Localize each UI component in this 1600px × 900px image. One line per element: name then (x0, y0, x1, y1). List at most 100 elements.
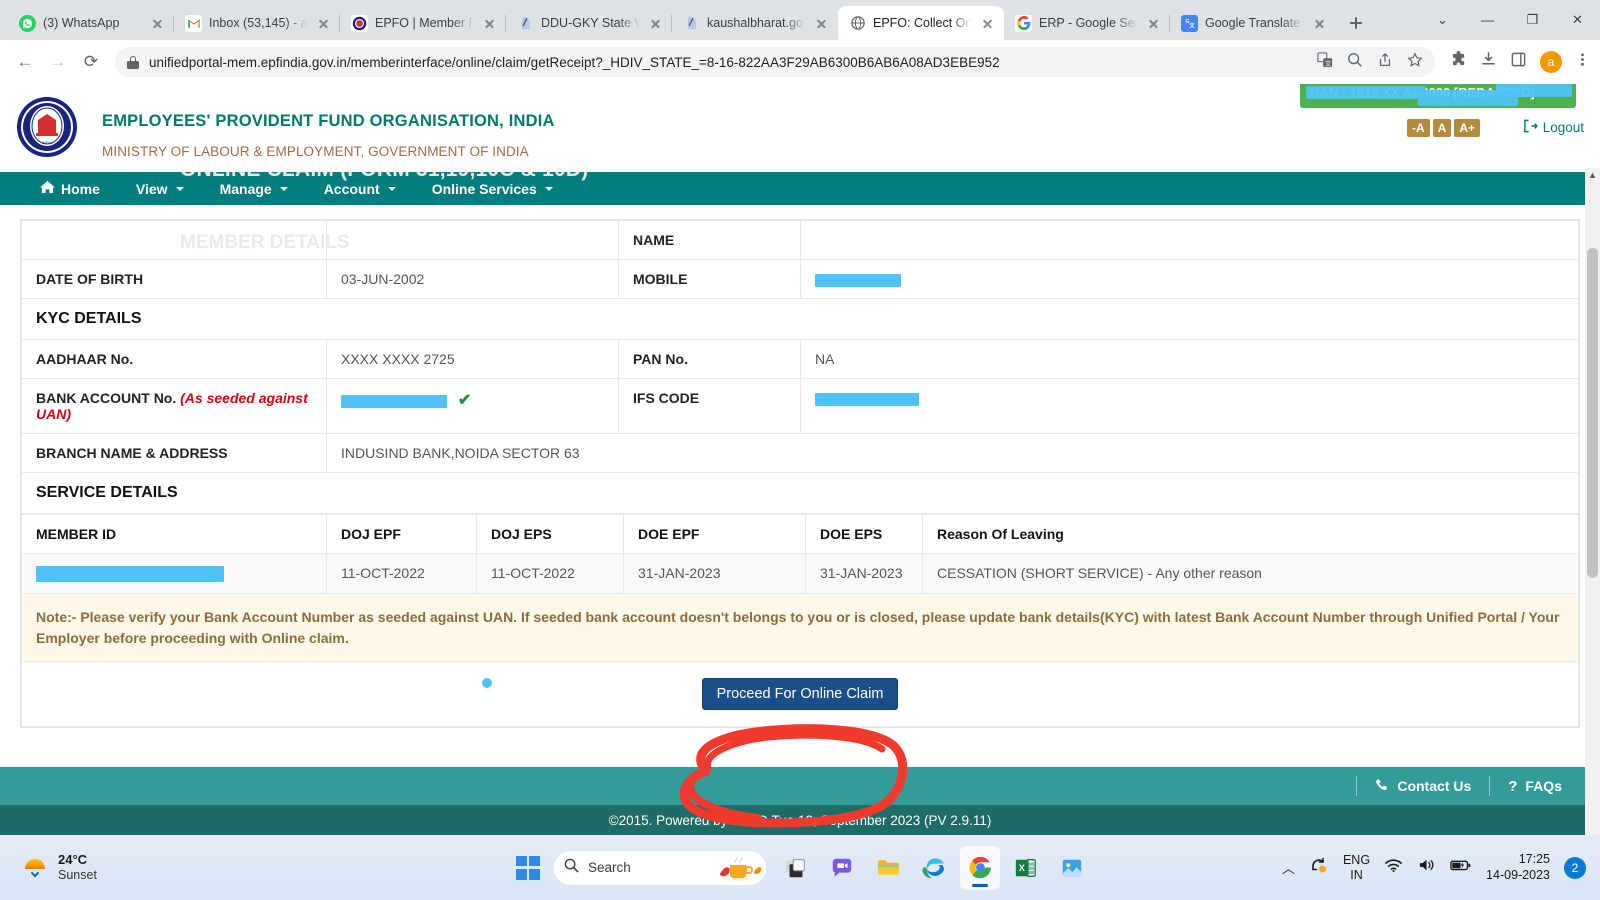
file-explorer-icon[interactable] (868, 846, 908, 890)
taskbar-search-box[interactable]: Search (554, 850, 766, 885)
onedrive-sync-icon[interactable] (1309, 856, 1329, 879)
zoom-icon[interactable] (1347, 52, 1363, 73)
phone-icon (1375, 778, 1389, 795)
address-bar[interactable]: unifiedportal-mem.epfindia.gov.in/member… (115, 47, 1435, 77)
pan-label: PAN No. (618, 339, 801, 379)
nav-label: Manage (219, 180, 272, 197)
translate-icon[interactable]: 文 (1317, 51, 1333, 73)
windows-taskbar: 24°C Sunset Search X ︿ ENG IN 17:25 14-0… (0, 835, 1600, 900)
battery-charging-icon[interactable] (1450, 858, 1472, 877)
taskbar-weather-widget[interactable]: 24°C Sunset (0, 852, 97, 884)
browser-tab-erp-google-search[interactable]: ERP - Google Sea (1004, 6, 1170, 40)
sunset-icon (22, 855, 48, 881)
excel-icon[interactable]: X (1006, 846, 1046, 890)
bookmark-star-icon[interactable] (1407, 51, 1423, 73)
redaction-highlight (1306, 86, 1426, 99)
wifi-icon[interactable] (1384, 857, 1403, 878)
browser-tab-ddugky[interactable]: DDU-GKY State W (506, 6, 672, 40)
chrome-icon[interactable] (960, 845, 1000, 890)
font-size-controls: -A A A+ (1406, 119, 1480, 137)
nav-item-account[interactable]: Account (306, 172, 414, 205)
side-panel-icon[interactable] (1510, 51, 1527, 73)
tab-title: EPFO: Collect Onl (873, 16, 972, 30)
nav-label: Account (323, 180, 380, 197)
aadhaar-label: AADHAAR No. (21, 339, 327, 379)
logout-label: Logout (1542, 120, 1584, 135)
clock-date: 14-09-2023 (1486, 867, 1550, 882)
share-icon[interactable] (1377, 52, 1393, 73)
epfo-logo: INDIA (16, 96, 78, 158)
svg-text:INDIA: INDIA (42, 140, 53, 145)
font-decrease-button[interactable]: -A (1406, 119, 1430, 137)
tab-title: Google Translate (1205, 16, 1301, 30)
table-row: BANK ACCOUNT No. (As seeded against UAN)… (21, 378, 1579, 434)
browser-tab-gmail[interactable]: Inbox (53,145) - a (174, 6, 340, 40)
notification-badge[interactable]: 2 (1564, 856, 1586, 879)
chevron-down-icon (387, 186, 396, 191)
contact-us-link[interactable]: Contact Us (1357, 778, 1489, 795)
faqs-link[interactable]: ? FAQs (1490, 778, 1580, 795)
close-icon[interactable] (1145, 15, 1162, 32)
nav-item-online-services[interactable]: Online Services (414, 172, 571, 205)
close-icon[interactable] (481, 15, 498, 32)
browser-tab-kaushalbharat[interactable]: kaushalbharat.go (672, 6, 838, 40)
cell-doj-epf: 11-OCT-2022 (326, 552, 477, 595)
close-icon[interactable] (979, 15, 996, 32)
browser-tab-epfo-collect-online[interactable]: EPFO: Collect Onl (838, 6, 1004, 40)
redaction-highlight (341, 394, 447, 408)
proceed-for-online-claim-button[interactable]: Proceed For Online Claim (701, 677, 899, 710)
reload-button[interactable]: ⟳ (76, 47, 106, 77)
task-view-icon[interactable] (776, 846, 816, 890)
nav-item-home[interactable]: Home (22, 172, 118, 205)
browser-tab-epfo-member[interactable]: EPFO | Member P (340, 6, 506, 40)
col-doj-eps: DOJ EPS (476, 514, 624, 554)
start-windows-icon[interactable] (508, 846, 548, 890)
branch-value: INDUSIND BANK,NOIDA SECTOR 63 (326, 433, 1579, 473)
new-tab-button[interactable] (1342, 9, 1370, 37)
close-icon[interactable] (1311, 15, 1328, 32)
scrollbar-thumb[interactable] (1587, 248, 1598, 578)
browser-tab-whatsapp[interactable]: (3) WhatsApp (8, 6, 174, 40)
redaction-highlight (1496, 84, 1572, 97)
dob-label: DATE OF BIRTH (21, 259, 327, 299)
edge-icon[interactable] (914, 846, 954, 890)
photos-icon[interactable] (1052, 846, 1092, 890)
font-normal-button[interactable]: A (1432, 119, 1452, 137)
scroll-up-arrow-icon[interactable]: ▲ (1585, 170, 1600, 186)
close-icon[interactable] (813, 15, 830, 32)
browser-tab-google-translate[interactable]: G文 Google Translate (1170, 6, 1336, 40)
page-scrollbar[interactable]: ▲ ▼ (1585, 168, 1600, 835)
close-icon[interactable] (647, 15, 664, 32)
maximize-button[interactable]: ❐ (1510, 0, 1555, 40)
logout-link[interactable]: Logout (1523, 119, 1584, 136)
downloads-icon[interactable] (1480, 51, 1497, 73)
extensions-puzzle-icon[interactable] (1450, 51, 1467, 73)
contact-us-label: Contact Us (1397, 778, 1472, 794)
chevron-down-icon (175, 186, 184, 191)
ifs-code-label: IFS CODE (618, 378, 801, 434)
nav-item-view[interactable]: View (118, 172, 202, 205)
nav-item-manage[interactable]: Manage (202, 172, 306, 205)
main-navigation-bar: Home View Manage Account Online Services (0, 172, 1600, 205)
close-icon[interactable] (149, 15, 166, 32)
uan-green-banner: UAN : 1016 XX 44 4000 [REDACTED] (1300, 84, 1576, 108)
mobile-value (800, 259, 1579, 299)
chat-teams-icon[interactable] (822, 846, 862, 890)
forward-button[interactable]: → (43, 47, 73, 77)
chrome-browser-window: (3) WhatsApp Inbox (53,145) - a EPFO | M… (0, 0, 1600, 835)
language-indicator[interactable]: ENG IN (1343, 853, 1370, 883)
font-increase-button[interactable]: A+ (1454, 119, 1480, 137)
mobile-label: MOBILE (618, 259, 801, 299)
tab-search-icon[interactable]: ⌄ (1420, 0, 1465, 40)
speaker-icon[interactable] (1417, 857, 1436, 878)
col-doe-eps: DOE EPS (805, 514, 923, 554)
close-icon[interactable] (315, 15, 332, 32)
close-window-button[interactable]: ✕ (1555, 0, 1600, 40)
tab-title: ERP - Google Sea (1039, 16, 1138, 30)
minimize-button[interactable]: — (1465, 0, 1510, 40)
profile-avatar[interactable]: a (1540, 51, 1562, 73)
back-button[interactable]: ← (10, 47, 40, 77)
taskbar-clock[interactable]: 17:25 14-09-2023 (1486, 852, 1550, 883)
chevron-up-icon[interactable]: ︿ (1282, 858, 1295, 877)
chrome-menu-icon[interactable] (1575, 51, 1590, 73)
